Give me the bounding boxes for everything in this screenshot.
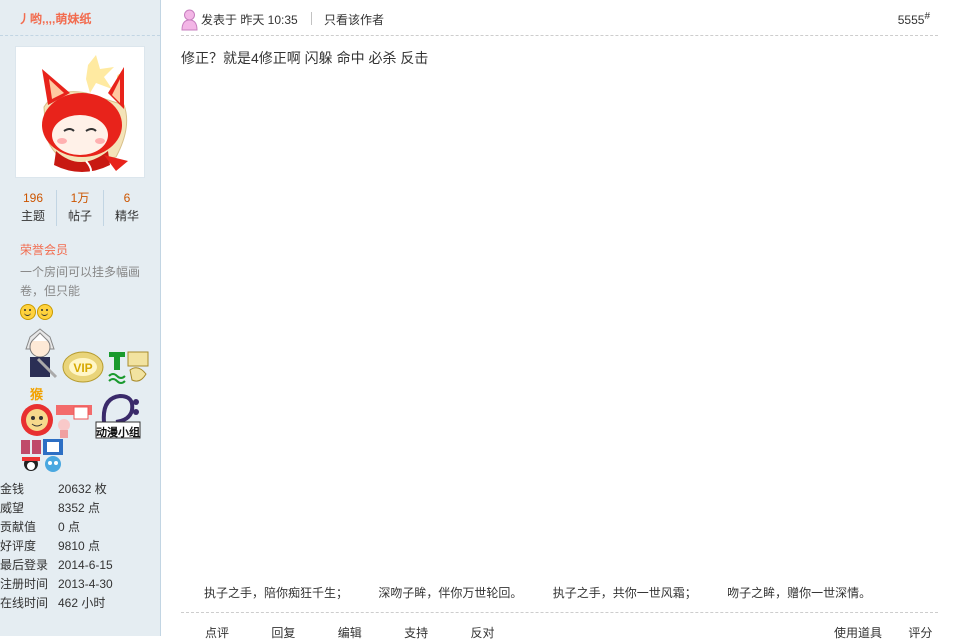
info-row: 注册时间 2013-4-30 (0, 574, 160, 593)
floor-number-text: 5555 (897, 13, 925, 27)
post-tools: 使用道具 评分 (834, 624, 932, 641)
info-row: 贡献值 0 点 (0, 517, 160, 536)
signature-line: 执子之手，共你一世风霜； (552, 586, 697, 600)
user-stats: 196 主题 1万 帖子 6 精华 (10, 190, 150, 226)
signature-line: 吻子之眸，赠你一世深情。 (727, 586, 872, 600)
signature-line: 执子之手，陪你痴狂千生； (204, 586, 349, 600)
signature-smilies (20, 304, 54, 323)
stat-value: 6 (123, 191, 131, 205)
stat-label: 帖子 (67, 209, 92, 223)
smiley-icon (20, 304, 36, 320)
blue-medal-icon[interactable] (42, 438, 64, 456)
info-value: 2013-4-30 (58, 576, 113, 591)
online-user-icon (181, 9, 198, 31)
info-row: 最后登录 2014-6-15 (0, 555, 160, 574)
support-button[interactable]: 支持 (404, 626, 428, 640)
penguin-medal-icon[interactable] (20, 455, 42, 473)
divider (181, 612, 938, 613)
info-key: 威望 (0, 501, 25, 515)
fox-avatar-image (42, 55, 128, 176)
info-row: 在线时间 462 小时 (0, 593, 160, 612)
post-header: 发表于 昨天 10:35 只看该作者 5555# (181, 8, 938, 36)
info-value: 9810 点 (58, 539, 101, 553)
anime-group-medal-text: 动漫小组 (96, 427, 140, 439)
pink-banner-medal-icon[interactable] (54, 403, 94, 439)
stat-label: 主题 (20, 209, 45, 223)
edit-button[interactable]: 编辑 (338, 626, 362, 640)
avatar[interactable] (15, 46, 145, 178)
vip-badge-icon[interactable]: VIP (61, 350, 105, 384)
info-row: 好评度 9810 点 (0, 536, 160, 555)
info-value: 20632 枚 (58, 482, 107, 496)
stat-threads[interactable]: 196 主题 (10, 190, 56, 226)
post-content: 修正？就是4修正啊 闪躲 命中 必杀 反击 (181, 50, 429, 66)
pink-medal-icon[interactable] (20, 439, 42, 455)
username-link[interactable]: 丿哟,,,,萌妹纸 (18, 10, 91, 27)
stat-value: 196 (22, 191, 44, 205)
reply-button[interactable]: 回复 (271, 626, 295, 640)
info-key: 金钱 (0, 482, 25, 496)
stat-digest[interactable]: 6 精华 (103, 190, 150, 226)
divider (311, 12, 312, 25)
post-signature: 执子之手，陪你痴狂千生； 深吻子眸，伴你万世轮回。 执子之手，共你一世风霜； 吻… (204, 584, 898, 601)
signature-text: 一个房间可以挂多幅画卷，但只能 (20, 265, 141, 298)
floor-mark: # (924, 11, 930, 22)
stat-posts[interactable]: 1万 帖子 (56, 190, 103, 226)
signature-line: 深吻子眸，伴你万世轮回。 (378, 586, 523, 600)
floor-number[interactable]: 5555# (898, 11, 930, 27)
gold-badge-icon[interactable] (126, 350, 150, 386)
info-value: 2014-6-15 (58, 557, 113, 572)
author-only-link[interactable]: 只看该作者 (324, 11, 384, 28)
stat-label: 精华 (114, 209, 139, 223)
info-key: 好评度 (0, 539, 37, 553)
smiley-icon (37, 304, 53, 320)
info-key: 贡献值 (0, 520, 37, 534)
info-row: 威望 8352 点 (0, 498, 160, 517)
post-actions: 点评 回复 编辑 支持 反对 (205, 624, 533, 641)
user-signature: 一个房间可以挂多幅画卷，但只能 (20, 263, 150, 301)
comment-button[interactable]: 点评 (205, 626, 229, 640)
info-key: 注册时间 (0, 577, 49, 591)
info-row: 金钱 20632 枚 (0, 479, 160, 498)
use-item-button[interactable]: 使用道具 (834, 626, 882, 640)
info-value: 462 小时 (58, 596, 106, 610)
info-value: 0 点 (58, 520, 81, 534)
stat-value: 1万 (70, 191, 90, 205)
info-value: 8352 点 (58, 501, 101, 515)
user-sidebar: 丿哟,,,,萌妹纸 196 主题 1万 帖子 6 精华 荣誉会员 一个房间可以挂… (0, 0, 161, 636)
svg-text:VIP: VIP (73, 361, 92, 375)
info-key: 在线时间 (0, 596, 49, 610)
rate-button[interactable]: 评分 (908, 626, 932, 640)
divider (0, 35, 160, 36)
user-rank[interactable]: 荣誉会员 (20, 241, 68, 258)
blue-face-medal-icon[interactable] (44, 455, 62, 473)
info-key: 最后登录 (0, 558, 49, 572)
monkey-medal-icon[interactable] (20, 403, 54, 437)
medal-monkey-label[interactable]: 猴 (30, 384, 43, 403)
green-t-medal-icon[interactable] (107, 350, 127, 384)
post-time: 发表于 昨天 10:35 (201, 13, 298, 27)
user-info-table: 金钱 20632 枚 威望 8352 点 贡献值 0 点 好评度 9810 点 最后登录… (0, 479, 160, 612)
anime-character-medal-icon[interactable] (20, 327, 60, 383)
oppose-button[interactable]: 反对 (470, 626, 494, 640)
